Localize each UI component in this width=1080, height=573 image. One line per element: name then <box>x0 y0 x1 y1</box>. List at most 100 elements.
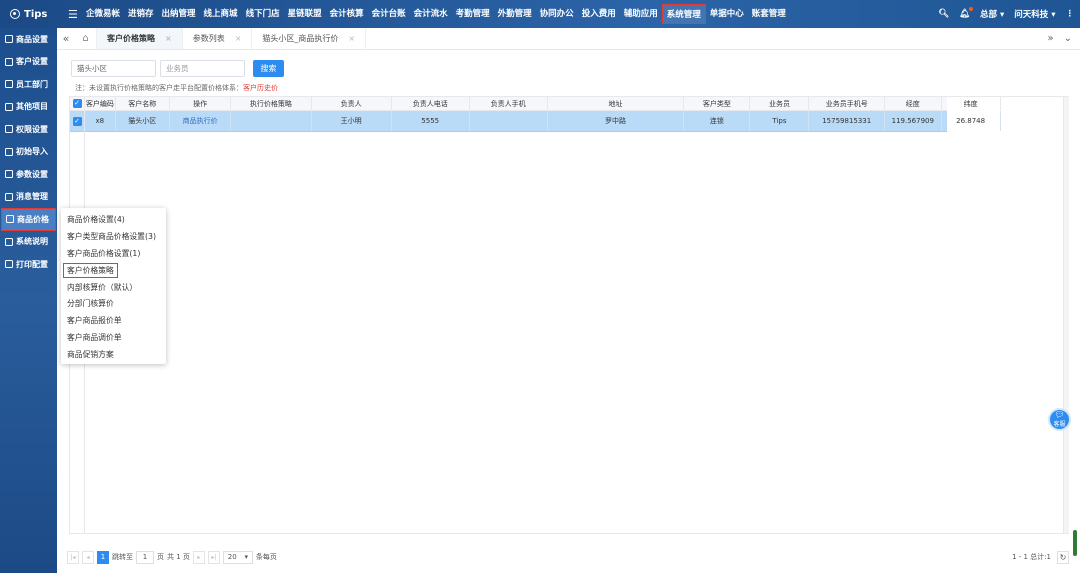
sidebar: 商品设置 客户设置员工部门其他项目权限设置 初始导入 参数设置 消息管理 商品价格 系统说明… <box>0 28 57 573</box>
table-cell: 猫头小区 <box>116 111 170 131</box>
dropdown-item[interactable]: 商品价格设置(4) <box>61 211 166 228</box>
sidebar-item-icon <box>5 147 13 156</box>
sidebar-item[interactable]: 参数设置 <box>0 163 57 186</box>
column-header: 经度 <box>885 97 942 110</box>
sidebar-item-icon <box>5 192 13 201</box>
top-menu-item[interactable]: 辅助应用 <box>620 4 662 24</box>
data-grid: ✓ 客户编码 客户名称 操作 执行价格策略 负责人 负责人电话 负责人手机 地址 客户类型 业务员业… <box>69 96 1069 534</box>
sidebar-item-label: 员工部门 <box>16 79 48 89</box>
top-menu-item[interactable]: 考勤管理 <box>452 4 494 24</box>
sidebar-item[interactable]: 商品价格 <box>1 208 56 231</box>
bell-icon[interactable]: 🔔︎ <box>959 7 973 19</box>
home-icon[interactable]: ⌂ <box>75 28 97 49</box>
dropdown-item[interactable]: 客户商品价格设置(1) <box>61 245 166 262</box>
sidebar-item-label: 其他项目 <box>16 102 48 112</box>
brand[interactable]: Tips <box>0 9 66 20</box>
top-menu-item[interactable]: 协同办公 <box>536 4 578 24</box>
dropdown-item-label: 商品价格设置(4) <box>67 214 125 224</box>
customer-service-button[interactable]: 💬︎ 客服 <box>1048 408 1071 431</box>
dropdown-item[interactable]: 客户商品报价单 <box>61 312 166 329</box>
top-menu-item[interactable]: 单据中心 <box>706 4 748 24</box>
dropdown-item[interactable]: 商品促销方案 <box>61 346 166 363</box>
top-menu: 企微易帐 进销存 出纳管理 线上商城 线下门店 星链联盟 会计核算 会计台账 会计流水 考勤管理外… <box>82 4 790 24</box>
top-menu-item[interactable]: 会计流水 <box>410 4 452 24</box>
sidebar-item[interactable]: 打印配置 <box>0 253 57 276</box>
pager: |◂ ◂ 1 跳转至 1 页 共 1 页 ▸ ▸| 20 ▾ 条每页 1 - 1 … <box>63 546 1075 568</box>
top-menu-item[interactable]: 系统管理 <box>661 4 706 24</box>
tab-label: 猫头小区_商品执行价 <box>262 34 339 43</box>
column-header: 客户类型 <box>684 97 751 110</box>
sidebar-item[interactable]: 消息管理 <box>0 186 57 209</box>
select-all-checkbox[interactable]: ✓ <box>70 97 85 110</box>
dropdown-item-label: 客户商品报价单 <box>67 316 122 326</box>
current-page-button[interactable]: 1 <box>97 550 109 564</box>
per-page-label: 条每页 <box>255 553 277 561</box>
sidebar-item-icon <box>5 237 13 246</box>
sidebar-item[interactable]: 商品设置 <box>0 28 57 51</box>
top-menu-item[interactable]: 外勤管理 <box>494 4 536 24</box>
tab-scroll-right-icon[interactable]: » <box>1047 33 1053 44</box>
chevron-down-icon[interactable]: ⌄ <box>1064 33 1072 44</box>
top-menu-item[interactable]: 线下门店 <box>242 4 284 24</box>
dropdown-item[interactable]: 客户价格策略 <box>61 262 166 279</box>
history-price-link[interactable]: 客户历史价 <box>243 84 278 92</box>
next-page-button[interactable]: ▸ <box>192 550 205 564</box>
top-menu-item[interactable]: 线上商城 <box>200 4 242 24</box>
tab-scroll-left-icon[interactable]: « <box>57 28 75 49</box>
sidebar-item[interactable]: 系统说明 <box>0 231 57 254</box>
sidebar-item[interactable]: 客户设置 <box>0 51 57 74</box>
top-menu-item[interactable]: 会计核算 <box>326 4 368 24</box>
search-button[interactable]: 搜索 <box>253 59 284 77</box>
first-page-button[interactable]: |◂ <box>67 550 79 564</box>
pager-right: 1 - 1 总计:1 ↻ <box>1012 550 1075 564</box>
page-scrollbar-thumb[interactable] <box>1073 530 1077 556</box>
dropdown-item-label: 客户商品调价单 <box>67 333 122 343</box>
table-row[interactable]: ✓ x8 猫头小区 商品执行价 王小明 5555 罗中路 连锁 Tips 15759815331 1… <box>70 111 1001 132</box>
company-menu[interactable]: 问天科技 ▾ <box>1014 8 1055 20</box>
top-menu-item[interactable]: 出纳管理 <box>158 4 200 24</box>
dropdown-item[interactable]: 内部核算价（默认） <box>61 279 166 296</box>
sidebar-item[interactable]: 初始导入 <box>0 141 57 164</box>
salesman-input[interactable]: 业务员 <box>160 59 245 77</box>
menu-toggle-icon[interactable]: ☰ <box>68 8 78 21</box>
column-header: 操作 <box>170 97 232 110</box>
top-menu-item[interactable]: 账套管理 <box>748 4 790 24</box>
close-icon[interactable]: × <box>235 34 242 43</box>
top-menu-item[interactable]: 进销存 <box>124 4 158 24</box>
column-header: 地址 <box>548 97 685 110</box>
top-menu-item[interactable]: 星链联盟 <box>284 4 326 24</box>
prev-page-button[interactable]: ◂ <box>82 550 94 564</box>
dropdown-item-label: 客户价格策略 <box>63 262 118 278</box>
sidebar-item-label: 打印配置 <box>16 259 48 269</box>
top-menu-item[interactable]: 投入费用 <box>578 4 620 24</box>
column-header: 客户名称 <box>116 97 170 110</box>
execute-price-link[interactable]: 商品执行价 <box>170 111 232 131</box>
more-icon[interactable]: ⋮ <box>1066 9 1075 19</box>
sidebar-item[interactable]: 其他项目 <box>0 96 57 119</box>
dropdown-item[interactable]: 客户类型商品价格设置(3) <box>61 228 166 245</box>
last-page-button[interactable]: ▸| <box>207 550 220 564</box>
refresh-icon[interactable]: ↻ <box>1057 550 1069 564</box>
tab[interactable]: 猫头小区_商品执行价 × <box>252 28 367 49</box>
top-menu-item[interactable]: 会计台账 <box>368 4 410 24</box>
close-icon[interactable]: × <box>165 34 172 43</box>
table-cell: Tips <box>750 111 810 131</box>
search-icon[interactable]: 🔍︎ <box>938 9 949 19</box>
customer-input[interactable]: 猫头小区 <box>71 59 156 77</box>
dropdown-item[interactable]: 分部门核算价 <box>61 295 166 312</box>
grid-scrollbar[interactable] <box>1063 97 1069 533</box>
tab[interactable]: 参数列表 × <box>183 28 253 49</box>
user-menu[interactable]: 总部 ▾ <box>980 8 1004 20</box>
goto-page-input[interactable]: 1 <box>136 550 154 564</box>
close-icon[interactable]: × <box>348 34 355 43</box>
sidebar-item[interactable]: 员工部门 <box>0 73 57 96</box>
sidebar-item[interactable]: 权限设置 <box>0 118 57 141</box>
top-menu-item[interactable]: 企微易帐 <box>82 4 124 24</box>
page-size-select[interactable]: 20 ▾ <box>222 550 253 564</box>
table-cell: 15759815331 <box>809 111 885 131</box>
tab-label: 客户价格策略 <box>107 34 155 43</box>
table-cell: 连锁 <box>684 111 751 131</box>
column-header: 业务员 <box>750 97 810 110</box>
dropdown-item[interactable]: 客户商品调价单 <box>61 329 166 346</box>
tab[interactable]: 客户价格策略 × <box>97 28 183 49</box>
